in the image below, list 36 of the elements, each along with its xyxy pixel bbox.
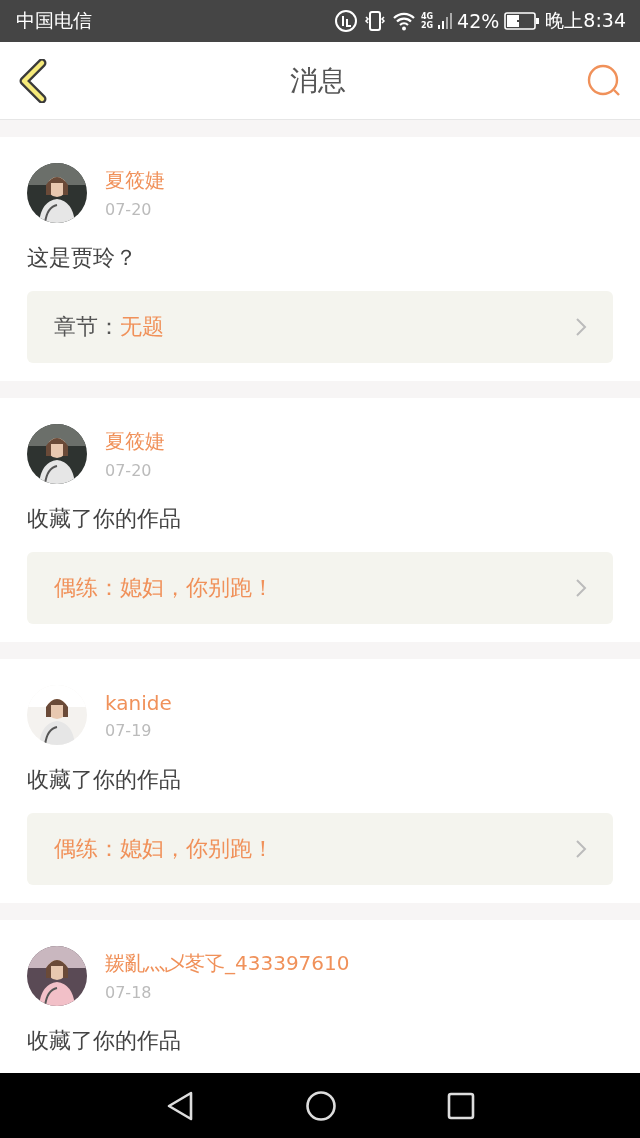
- back-nav-icon[interactable]: [165, 1089, 195, 1122]
- work-link[interactable]: 章节：无题: [27, 291, 613, 363]
- vibrate-icon: [362, 9, 387, 33]
- battery-percent: 42%: [457, 10, 500, 32]
- work-link[interactable]: 偶练：媳妇，你别跑！: [27, 813, 613, 885]
- ref-label: 章节：: [54, 313, 120, 341]
- ref-title: 偶练：媳妇，你别跑！: [54, 835, 275, 863]
- wifi-icon: [391, 10, 416, 32]
- user-name[interactable]: 羰亂灬乄苳孓_433397610: [105, 950, 350, 977]
- message-text: 收藏了你的作品: [27, 1027, 182, 1055]
- signal-icon: [438, 11, 453, 31]
- message-date: 07-20: [105, 461, 153, 480]
- message-date: 07-18: [105, 983, 153, 1002]
- user-name[interactable]: 夏筱婕: [105, 428, 165, 455]
- message-date: 07-20: [105, 200, 153, 219]
- recents-nav-icon[interactable]: [447, 1091, 475, 1120]
- message-text: 收藏了你的作品: [27, 505, 182, 533]
- network-type: 2G: [420, 21, 434, 30]
- work-link[interactable]: 偶练：媳妇，你别跑！: [27, 552, 613, 624]
- chevron-icon: [575, 578, 587, 598]
- user-name[interactable]: 夏筱婕: [105, 167, 165, 194]
- clock: 晚上8:34: [545, 8, 626, 33]
- chevron-icon: [575, 839, 587, 859]
- network-type: 4G: [420, 12, 434, 21]
- ref-title: 偶练：媳妇，你别跑！: [54, 574, 275, 602]
- message-text: 收藏了你的作品: [27, 766, 182, 794]
- message-date: 07-19: [105, 720, 153, 740]
- user-name[interactable]: kanide: [105, 690, 172, 715]
- ref-title: 无题: [120, 313, 165, 341]
- carrier-name: 中国电信: [16, 8, 92, 33]
- message-text: 这是贾玲？: [27, 244, 138, 272]
- home-nav-icon[interactable]: [305, 1089, 337, 1122]
- page-title: 消息: [290, 62, 346, 99]
- data-saver-icon: [333, 9, 358, 33]
- battery-icon: [504, 12, 541, 30]
- chevron-icon: [575, 317, 587, 337]
